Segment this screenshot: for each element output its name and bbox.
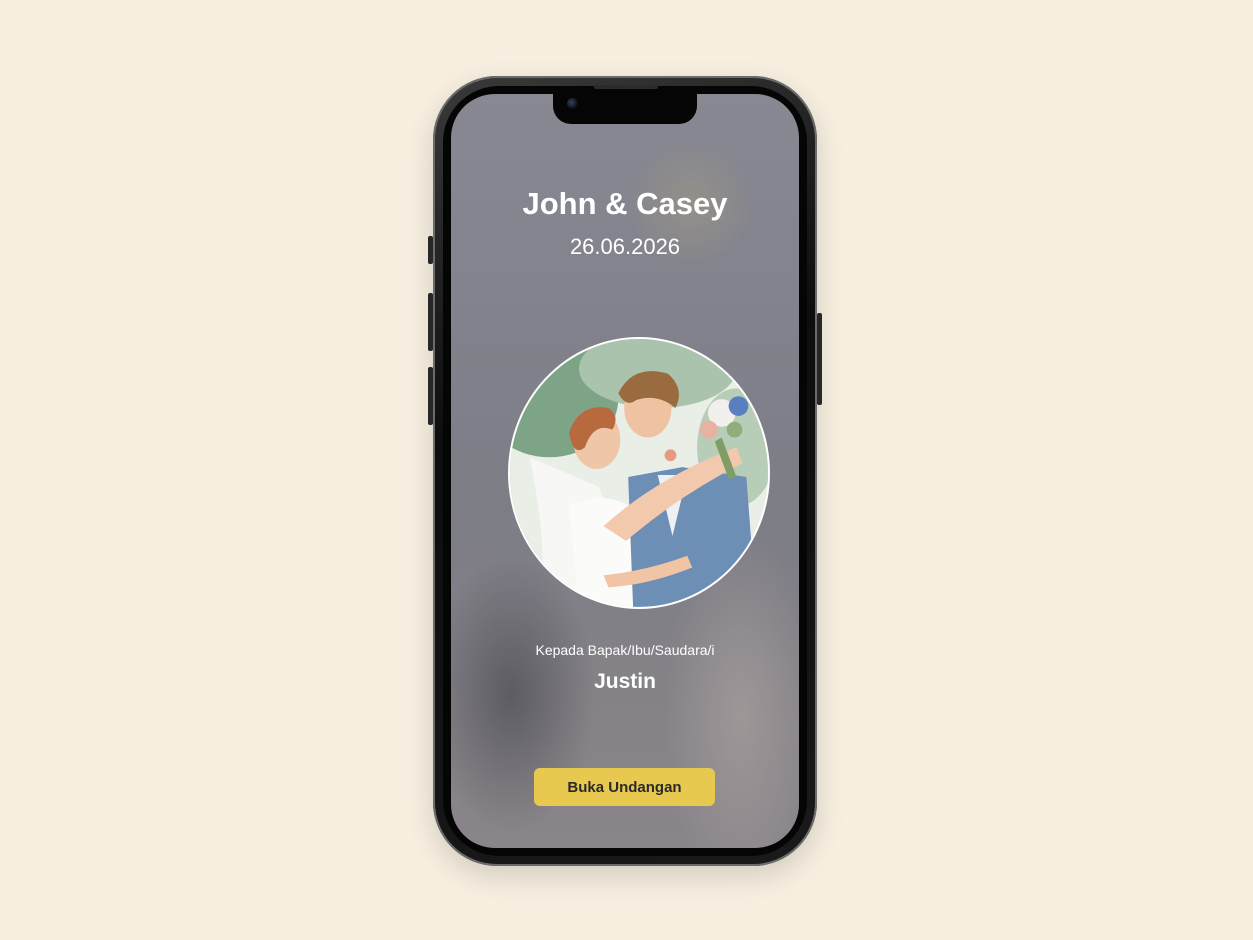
recipient-name: Justin (594, 670, 656, 693)
couple-names: John & Casey (522, 186, 728, 221)
front-camera-icon (567, 98, 578, 109)
phone-speaker (594, 85, 658, 89)
phone-power-button (817, 313, 822, 405)
recipient-label: Kepada Bapak/Ibu/Saudara/i (535, 642, 715, 658)
couple-photo (508, 337, 770, 609)
couple-photo-illustration (510, 339, 768, 607)
open-invitation-button[interactable]: Buka Undangan (534, 768, 715, 806)
wedding-date: 26.06.2026 (569, 234, 681, 259)
